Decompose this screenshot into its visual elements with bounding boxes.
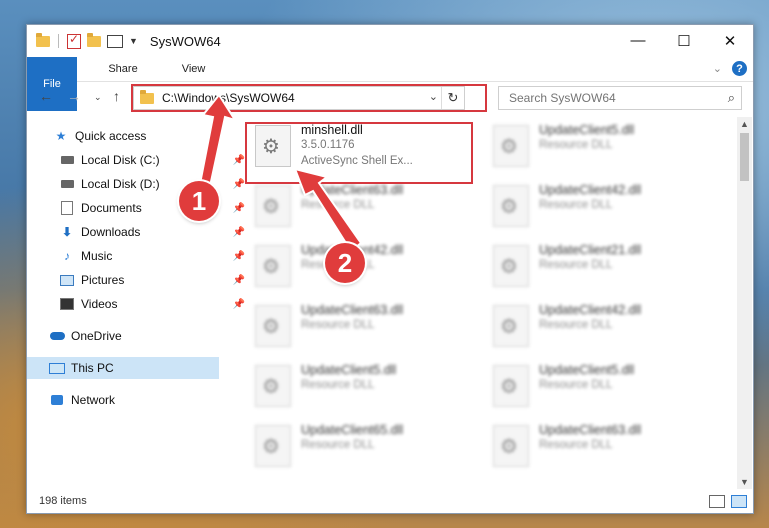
step-1-callout: 1	[179, 181, 219, 221]
explorer-window: ▼ SysWOW64 — ☐ ✕ File Home Share View ⌄ …	[26, 24, 754, 514]
arrow-2-shape	[293, 167, 363, 253]
step-2-callout: 2	[325, 243, 365, 283]
annotation-arrows	[194, 93, 363, 253]
arrow-1-shape	[194, 93, 238, 193]
